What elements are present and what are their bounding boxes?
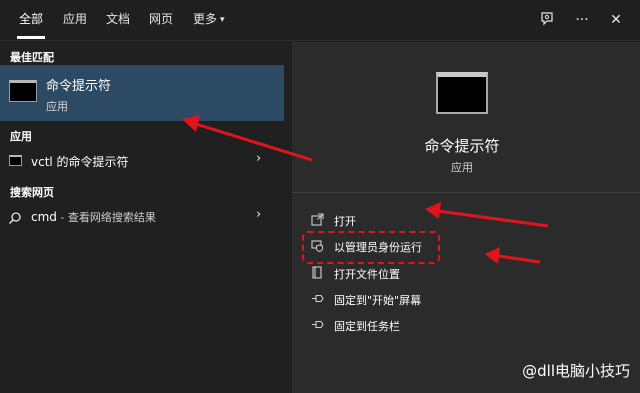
annotation-arrow-open (425, 202, 549, 228)
watermark: @dll电脑小技巧 (522, 362, 630, 380)
annotation-arrows (182, 115, 549, 264)
annotation-arrow-run-as-admin (485, 247, 541, 264)
annotation-arrow-best-match (182, 115, 313, 162)
